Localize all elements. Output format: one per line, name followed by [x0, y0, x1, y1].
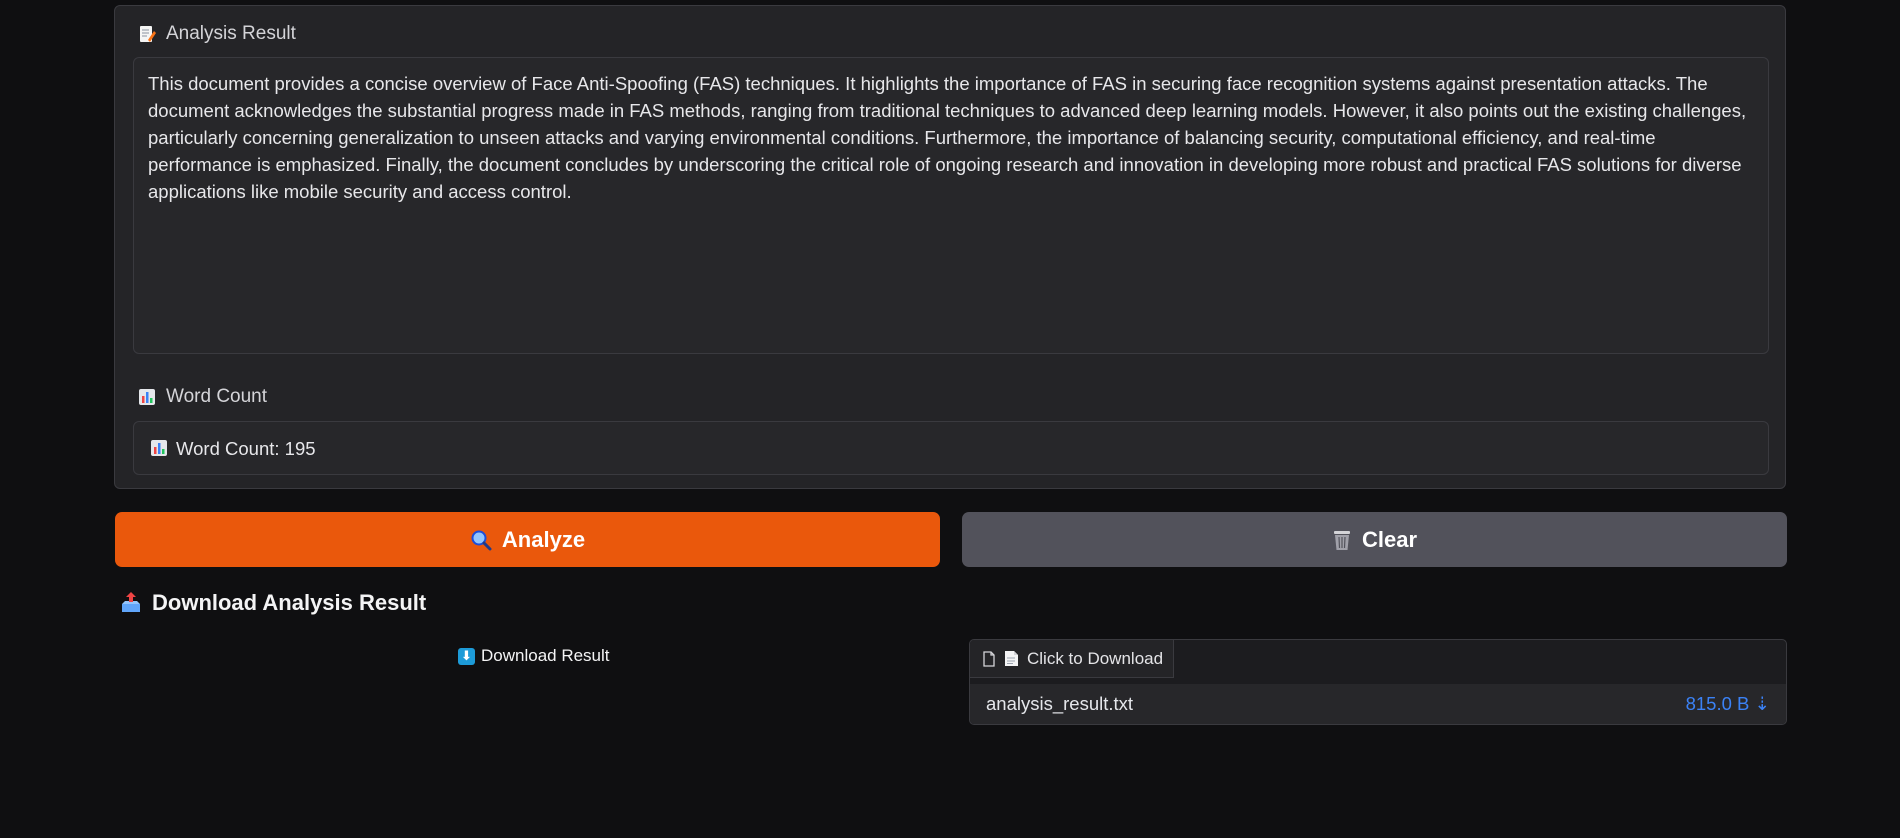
file-name: analysis_result.txt: [986, 693, 1134, 714]
analysis-result-textbox[interactable]: This document provides a concise overvie…: [133, 57, 1769, 354]
word-count-label: Word Count: [136, 386, 267, 408]
file-tab-label: Click to Download: [1027, 648, 1164, 668]
download-result-label: Download Result: [481, 646, 610, 665]
word-count-value: Word Count: 195: [176, 437, 316, 459]
download-section-title-text: Download Analysis Result: [152, 590, 427, 615]
outbox-tray-icon: [120, 592, 142, 614]
file-outline-icon: [982, 650, 996, 667]
download-section-title: Download Analysis Result: [120, 590, 426, 616]
magnifier-icon: [470, 529, 492, 551]
file-size-download-link[interactable]: 815.0 B ⇣: [1686, 693, 1770, 715]
word-count-textbox[interactable]: Word Count: 195: [133, 421, 1769, 475]
analysis-result-label: Analysis Result: [136, 23, 296, 45]
analyze-button[interactable]: Analyze: [115, 512, 940, 567]
wastebasket-icon: [1332, 529, 1352, 551]
download-result-link[interactable]: ⬇ Download Result: [458, 646, 610, 666]
file-row[interactable]: analysis_result.txt 815.0 B ⇣: [970, 684, 1786, 724]
bar-chart-icon: [136, 388, 158, 406]
down-arrow-icon: ⬇: [458, 647, 475, 665]
file-download-panel: Click to Download analysis_result.txt 81…: [969, 639, 1787, 725]
file-tab[interactable]: Click to Download: [970, 640, 1175, 678]
page-icon: [1004, 650, 1019, 667]
analyze-button-label: Analyze: [501, 526, 586, 552]
word-count-label-text: Word Count: [166, 386, 268, 407]
clear-button-label: Clear: [1361, 526, 1418, 552]
bar-chart-icon: [150, 439, 168, 457]
clear-button[interactable]: Clear: [962, 512, 1787, 567]
analysis-result-label-text: Analysis Result: [166, 23, 296, 44]
memo-icon: [136, 25, 158, 43]
analysis-panel: Analysis Result This document provides a…: [114, 5, 1786, 489]
